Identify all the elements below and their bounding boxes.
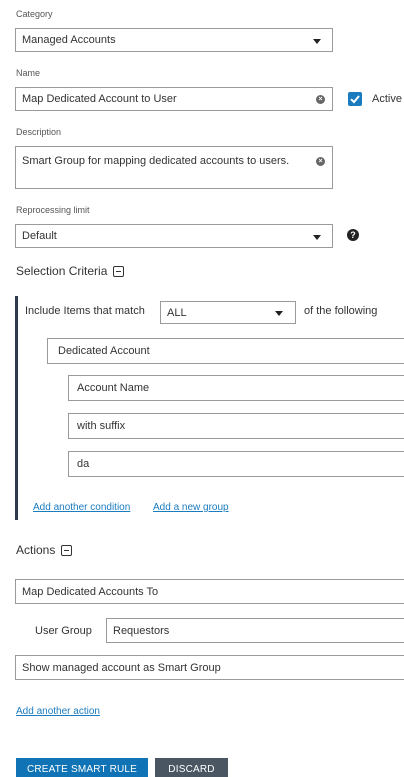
collapse-icon[interactable] [61, 544, 73, 556]
match-select[interactable]: ALL [160, 301, 296, 324]
condition-operator-select[interactable]: with suffix [68, 413, 404, 439]
name-label: Name [16, 68, 41, 78]
active-checkbox[interactable] [348, 92, 362, 106]
action-select-1[interactable]: Map Dedicated Accounts To [15, 579, 404, 604]
condition-field-select[interactable]: Account Name [68, 375, 404, 401]
reprocessing-value: Default [22, 230, 57, 242]
chevron-down-icon [313, 39, 321, 44]
condition-value: Dedicated Account [58, 345, 150, 357]
condition-input-value: da [77, 458, 90, 470]
reprocessing-select[interactable]: Default [15, 224, 333, 248]
clear-icon[interactable]: × [316, 95, 325, 104]
category-label: Category [16, 9, 53, 19]
name-value: Map Dedicated Account to User [22, 93, 177, 105]
action-1-value: Map Dedicated Accounts To [22, 585, 159, 598]
criteria-group-border [15, 296, 18, 520]
chevron-down-icon [275, 311, 283, 316]
action-2-value: Show managed account as Smart Group [22, 661, 221, 674]
description-label: Description [16, 127, 62, 137]
condition-select[interactable]: Dedicated Account [47, 338, 404, 364]
add-condition-link[interactable]: Add another condition [33, 502, 130, 513]
category-value: Managed Accounts [22, 34, 116, 46]
include-prefix: Include Items that match [25, 305, 145, 317]
selection-criteria-title: Selection Criteria [16, 264, 108, 278]
category-select[interactable]: Managed Accounts [15, 28, 333, 52]
active-label: Active [372, 93, 402, 105]
actions-header: Actions [16, 543, 73, 557]
match-value: ALL [167, 306, 187, 319]
chevron-down-icon [313, 235, 321, 240]
collapse-icon[interactable] [113, 265, 125, 277]
user-group-label: User Group [35, 625, 92, 637]
action-select-2[interactable]: Show managed account as Smart Group [15, 655, 404, 680]
discard-button[interactable]: DISCARD [155, 758, 228, 777]
clear-icon[interactable]: × [316, 157, 325, 166]
checkmark-icon [350, 95, 360, 104]
include-suffix: of the following [304, 305, 378, 317]
condition-field-value: Account Name [77, 382, 150, 394]
user-group-select[interactable]: Requestors [106, 618, 404, 643]
condition-operator-value: with suffix [77, 420, 126, 432]
condition-value-input[interactable]: da [68, 451, 404, 477]
name-input[interactable]: Map Dedicated Account to User × [15, 87, 333, 111]
add-action-link[interactable]: Add another action [16, 706, 100, 717]
user-group-value: Requestors [113, 624, 170, 637]
description-value: Smart Group for mapping dedicated accoun… [22, 155, 290, 167]
help-icon[interactable]: ? [347, 229, 359, 241]
reprocessing-label: Reprocessing limit [16, 205, 90, 215]
add-group-link[interactable]: Add a new group [153, 502, 229, 513]
actions-title: Actions [16, 543, 56, 557]
selection-criteria-header: Selection Criteria [16, 264, 125, 278]
create-smart-rule-button[interactable]: CREATE SMART RULE [16, 758, 148, 777]
description-textarea[interactable]: Smart Group for mapping dedicated accoun… [15, 146, 333, 189]
